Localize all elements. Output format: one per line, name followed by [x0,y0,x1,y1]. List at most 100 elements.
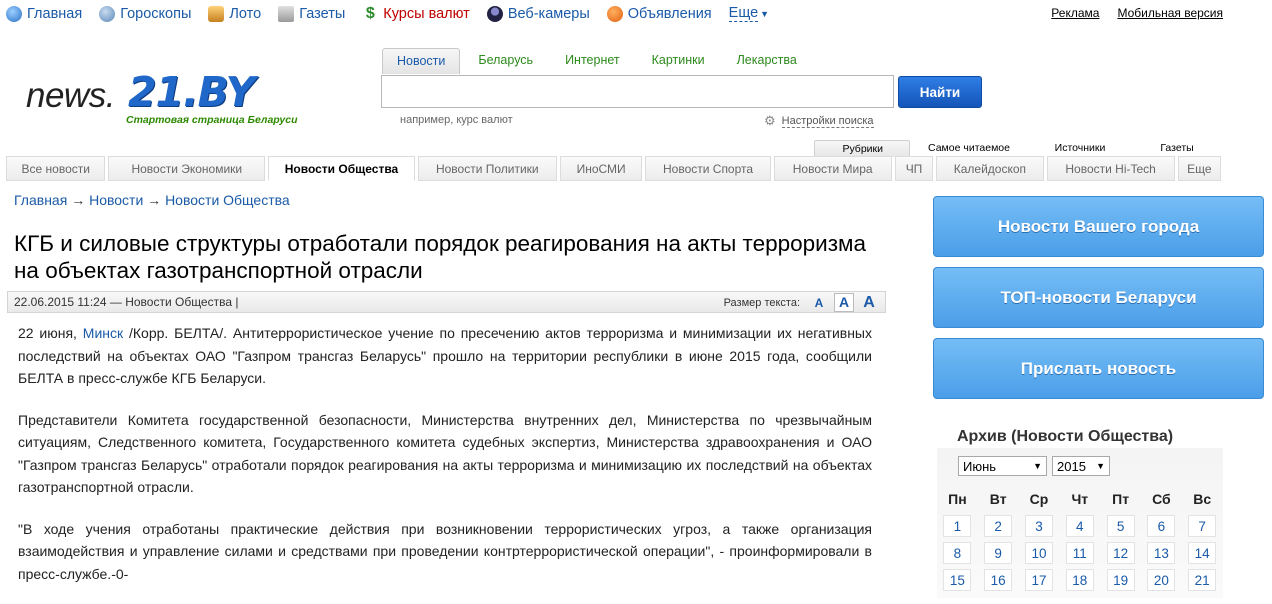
tab-more[interactable]: Еще [1177,156,1221,181]
calendar-day[interactable]: 20 [1147,569,1176,591]
search-button[interactable]: Найти [898,76,982,108]
site-logo[interactable]: news. 21.BY Стартовая страница Беларуси [26,68,346,128]
breadcrumb: Главная → Новости → Новости Общества [14,192,290,208]
search-tab-internet[interactable]: Интернет [551,48,634,74]
search-input[interactable] [381,75,894,108]
search-tab-belarus[interactable]: Беларусь [464,48,547,74]
breadcrumb-separator: → [71,192,86,208]
calendar-day[interactable]: 2 [984,515,1013,537]
weekday-label: Ср [1029,491,1049,507]
tab-inosmi[interactable]: ИноСМИ [559,156,643,181]
globe-icon [6,6,22,22]
tab-rubrics[interactable]: Рубрики [814,140,910,157]
calendar-week: 1 2 3 4 5 6 7 [937,515,1223,542]
tab-sources[interactable]: Источники [1028,140,1132,157]
calendar-day[interactable]: 16 [984,569,1013,591]
calendar-day[interactable]: 19 [1106,569,1135,591]
city-link-minsk[interactable]: Минск [83,325,123,341]
calendar-day[interactable]: 12 [1106,542,1135,564]
search-tab-news[interactable]: Новости [382,48,461,74]
search-tab-medicines[interactable]: Лекарства [723,48,811,74]
calendar-day[interactable]: 10 [1024,542,1053,564]
calendar-day[interactable]: 9 [984,542,1013,564]
topnav-item-ads[interactable]: Объявления [606,6,712,22]
tab-politics[interactable]: Новости Политики [417,156,557,181]
logo-tagline: Стартовая страница Беларуси [126,114,298,126]
calendar-day[interactable]: 8 [943,542,972,564]
article-body: 22 июня, Минск /Корр. БЕЛТА/. Антитеррор… [18,322,872,604]
calendar-day[interactable]: 1 [943,515,972,537]
calendar-weekdays: Пн Вт Ср Чт Пт Сб Вс [937,488,1223,515]
top-links: Реклама Мобильная версия [1051,6,1223,20]
top-nav: Главная Гороскопы Лото Газеты $ Курсы вал… [6,6,786,22]
tab-most-read[interactable]: Самое читаемое [910,140,1028,157]
text-size-large-button[interactable]: A [859,294,879,312]
calendar-day[interactable]: 11 [1065,542,1094,564]
tab-world[interactable]: Новости Мира [773,156,892,181]
topnav-item-webcams[interactable]: Веб-камеры [486,6,590,22]
search-hint: например, курс валют [400,114,513,126]
archive-calendar: Пн Вт Ср Чт Пт Сб Вс 1 2 3 4 5 6 7 8 9 1… [937,488,1223,596]
webcam-icon [486,6,503,22]
chevron-down-icon: ▼ [760,9,770,19]
tab-economy[interactable]: Новости Экономики [108,156,266,181]
tab-all-news[interactable]: Все новости [6,156,106,181]
calendar-day[interactable]: 13 [1147,542,1176,564]
top-news-button[interactable]: ТОП-новости Беларуси [933,267,1264,328]
calendar-day[interactable]: 17 [1024,569,1053,591]
top-bar: Главная Гороскопы Лото Газеты $ Курсы вал… [0,0,1272,30]
city-news-button[interactable]: Новости Вашего города [933,196,1264,257]
calendar-day[interactable]: 7 [1188,515,1217,537]
calendar-week: 15 16 17 18 19 20 21 [937,569,1223,596]
breadcrumb-separator: → [147,192,162,208]
submit-news-button[interactable]: Прислать новость [933,338,1264,399]
calendar-day[interactable]: 3 [1024,515,1053,537]
topnav-item-newspapers[interactable]: Газеты [278,6,345,22]
archive-title: Архив (Новости Общества) [957,428,1174,445]
section-tabs: Рубрики Самое читаемое Источники Газеты [814,140,1222,157]
tab-kaleidoscope[interactable]: Калейдоскоп [936,156,1044,181]
text-size-medium-button[interactable]: A [834,293,854,312]
tab-sport[interactable]: Новости Спорта [645,156,771,181]
calendar-day[interactable]: 6 [1147,515,1176,537]
topnav-item-home[interactable]: Главная [6,6,82,22]
dollar-icon: $ [365,5,375,22]
mobile-version-link[interactable]: Мобильная версия [1117,6,1223,20]
search-tab-images[interactable]: Картинки [638,48,719,74]
weekday-label: Вт [989,491,1007,507]
calendar-day[interactable]: 5 [1106,515,1135,537]
article-meta-bar: 22.06.2015 11:24 — Новости Общества | Ра… [7,291,886,313]
article-date: 22.06.2015 11:24 — Новости Общества | [14,295,239,309]
month-select[interactable]: Июнь ▼ [958,456,1047,476]
tab-society[interactable]: Новости Общества [268,156,415,181]
lotto-icon [208,6,225,22]
weekday-label: Чт [1071,491,1089,507]
topnav-more[interactable]: Еще ▼ [728,6,770,22]
text-size-label: Размер текста: [723,296,800,309]
text-size-small-button[interactable]: A [809,296,829,310]
breadcrumb-section[interactable]: Новости Общества [165,192,290,208]
weekday-label: Пн [948,491,967,507]
calendar-day[interactable]: 15 [943,569,972,591]
topnav-item-lotto[interactable]: Лото [208,6,261,22]
breadcrumb-home[interactable]: Главная [14,192,67,208]
weekday-label: Вс [1193,491,1212,507]
calendar-day[interactable]: 18 [1065,569,1094,591]
newspaper-icon [278,6,295,22]
tab-newspapers[interactable]: Газеты [1132,140,1222,157]
topnav-item-horoscopes[interactable]: Гороскопы [99,6,191,22]
logo-brand-text: 21.BY [128,68,255,116]
advertising-link[interactable]: Реклама [1051,6,1099,20]
calendar-day[interactable]: 4 [1065,515,1094,537]
tab-emergency[interactable]: ЧП [894,156,934,181]
breadcrumb-news[interactable]: Новости [89,192,143,208]
topnav-item-currency[interactable]: $ Курсы валют [362,5,470,23]
search-settings-link[interactable]: ⚙ Настройки поиска [764,113,874,129]
chevron-down-icon: ▼ [1033,461,1042,471]
year-select[interactable]: 2015 ▼ [1052,456,1110,476]
calendar-day[interactable]: 21 [1188,569,1217,591]
calendar-week: 8 9 10 11 12 13 14 [937,542,1223,569]
tab-hi-tech[interactable]: Новости Hi-Tech [1046,156,1175,181]
calendar-day[interactable]: 14 [1188,542,1217,564]
category-tabs: Все новости Новости Экономики Новости Об… [6,156,1224,181]
